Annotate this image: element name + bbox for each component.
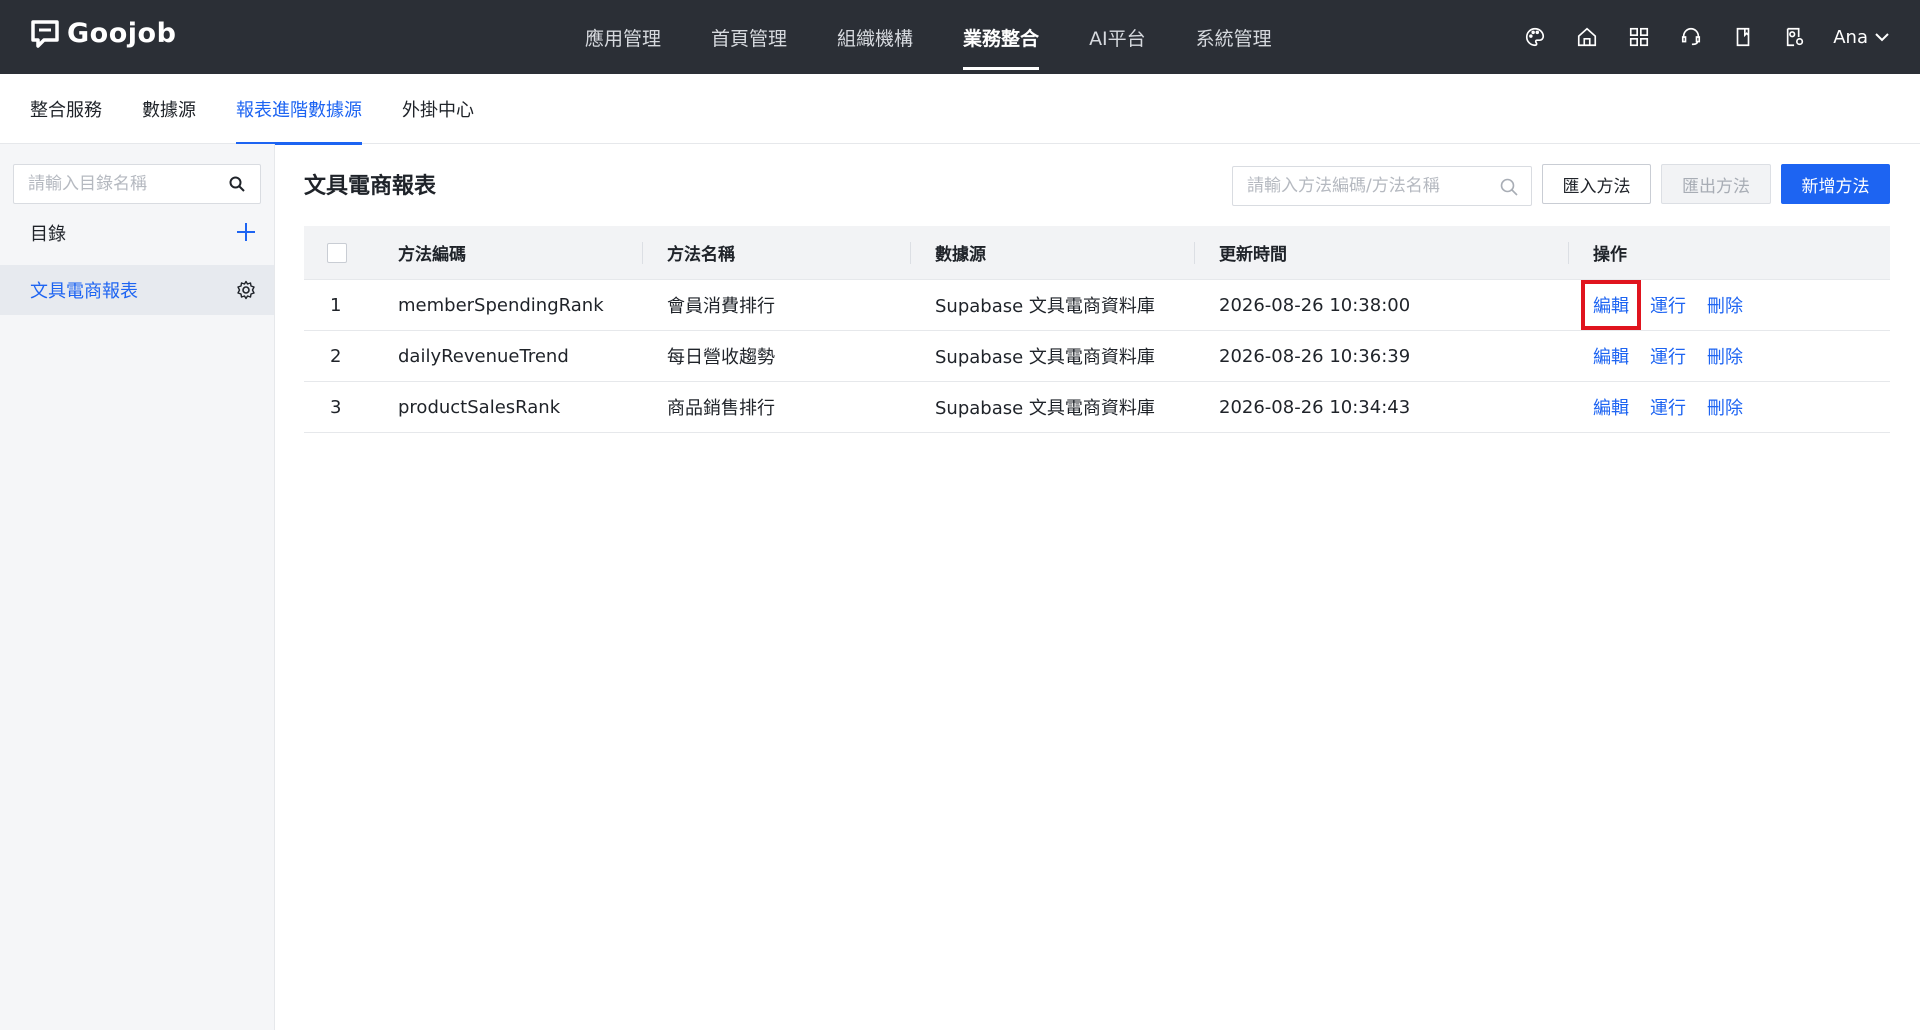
row-operations: 編輯 運行 刪除 [1581,280,1764,330]
sidebar: 目錄 文具電商報表 [0,144,275,1030]
gear-icon[interactable] [236,280,256,300]
row-method-name: 商品銷售排行 [667,398,775,419]
header-method-name: 方法名稱 [667,245,735,265]
column-divider [910,242,911,264]
method-search [1232,166,1532,206]
row-method-code: memberSpendingRank [398,294,604,316]
row-updated-time: 2026-08-26 10:34:43 [1219,396,1411,418]
logo-text: Goojob [67,18,177,49]
user-name: Ana [1833,26,1868,48]
directory-label: 目錄 [30,224,66,245]
import-method-button[interactable]: 匯入方法 [1542,164,1651,204]
row-method-name: 每日營收趨勢 [667,347,775,368]
nav-item-app-management[interactable]: 應用管理 [585,0,661,74]
header-method-code: 方法編碼 [398,245,466,265]
column-divider [1194,242,1195,264]
table-row: 1 memberSpendingRank 會員消費排行 Supabase 文具電… [304,280,1890,331]
row-method-code: productSalesRank [398,396,561,418]
row-index: 2 [330,345,342,367]
search-icon[interactable] [228,175,246,193]
row-method-name: 會員消費排行 [667,296,775,317]
support-icon[interactable] [1679,25,1703,49]
edit-link[interactable]: 編輯 [1593,394,1629,420]
edit-link[interactable]: 編輯 [1581,280,1641,330]
main-nav: 應用管理 首頁管理 組織機構 業務整合 AI平台 系統管理 [585,0,1322,74]
row-operations: 編輯 運行 刪除 [1593,394,1764,420]
header-updated-time: 更新時間 [1219,245,1287,265]
run-link[interactable]: 運行 [1650,343,1686,369]
tab-data-source[interactable]: 數據源 [142,74,196,144]
nav-item-organization[interactable]: 組織機構 [837,0,913,74]
book-icon[interactable] [1731,25,1755,49]
palette-icon[interactable] [1523,25,1547,49]
home-icon[interactable] [1575,25,1599,49]
sub-tabs: 整合服務 數據源 報表進階數據源 外掛中心 [0,74,1920,145]
delete-link[interactable]: 刪除 [1707,394,1743,420]
header-operations: 操作 [1593,245,1627,265]
row-data-source: Supabase 文具電商資料庫 [935,347,1155,368]
run-link[interactable]: 運行 [1650,292,1686,318]
user-menu[interactable]: Ana [1833,27,1890,48]
tree-item-stationery-report[interactable]: 文具電商報表 [0,265,274,315]
nav-item-home-management[interactable]: 首頁管理 [711,0,787,74]
top-navbar: Goojob 應用管理 首頁管理 組織機構 業務整合 AI平台 系統管理 Ana [0,0,1920,74]
method-search-input[interactable] [1233,167,1483,205]
nav-item-business-integration[interactable]: 業務整合 [963,0,1040,74]
row-index: 1 [330,294,342,316]
row-updated-time: 2026-08-26 10:36:39 [1219,345,1411,367]
directory-search-input[interactable] [14,165,214,203]
top-right-tools: Ana [1495,0,1890,74]
row-updated-time: 2026-08-26 10:38:00 [1219,294,1411,316]
tab-integration-service[interactable]: 整合服務 [30,74,102,144]
header-data-source: 數據源 [935,245,986,265]
row-data-source: Supabase 文具電商資料庫 [935,296,1155,317]
export-method-button[interactable]: 匯出方法 [1661,164,1771,204]
column-divider [1568,242,1569,264]
delete-link[interactable]: 刪除 [1707,292,1743,318]
table-row: 2 dailyRevenueTrend 每日營收趨勢 Supabase 文具電商… [304,331,1890,382]
tree-item-label: 文具電商報表 [30,281,138,302]
apps-grid-icon[interactable] [1627,25,1651,49]
directory-header: 目錄 [30,218,260,248]
row-operations: 編輯 運行 刪除 [1593,343,1764,369]
column-divider [642,242,643,264]
logo[interactable]: Goojob [30,18,176,49]
table-row: 3 productSalesRank 商品銷售排行 Supabase 文具電商資… [304,382,1890,433]
tab-report-advanced-data-source[interactable]: 報表進階數據源 [236,74,362,145]
delete-link[interactable]: 刪除 [1707,343,1743,369]
add-directory-icon[interactable] [236,222,256,242]
methods-table: 方法編碼 方法名稱 數據源 更新時間 操作 1 memberSpendingRa… [304,226,1890,433]
add-method-button[interactable]: 新增方法 [1781,164,1890,204]
directory-search [13,164,261,204]
row-method-code: dailyRevenueTrend [398,345,569,367]
run-link[interactable]: 運行 [1650,394,1686,420]
select-all-checkbox[interactable] [327,242,347,263]
nav-item-system-management[interactable]: 系統管理 [1196,0,1272,74]
logo-icon [31,19,59,48]
chevron-down-icon [1875,33,1889,42]
nav-item-ai-platform[interactable]: AI平台 [1089,0,1146,74]
row-index: 3 [330,396,342,418]
page-title: 文具電商報表 [304,174,437,199]
tab-plugin-center[interactable]: 外掛中心 [402,74,474,144]
table-header: 方法編碼 方法名稱 數據源 更新時間 操作 [304,226,1890,280]
search-icon[interactable] [1499,177,1519,197]
edit-link[interactable]: 編輯 [1593,343,1629,369]
row-data-source: Supabase 文具電商資料庫 [935,398,1155,419]
select-all-checkbox-cell [327,242,347,263]
user-settings-icon[interactable] [1783,25,1807,49]
